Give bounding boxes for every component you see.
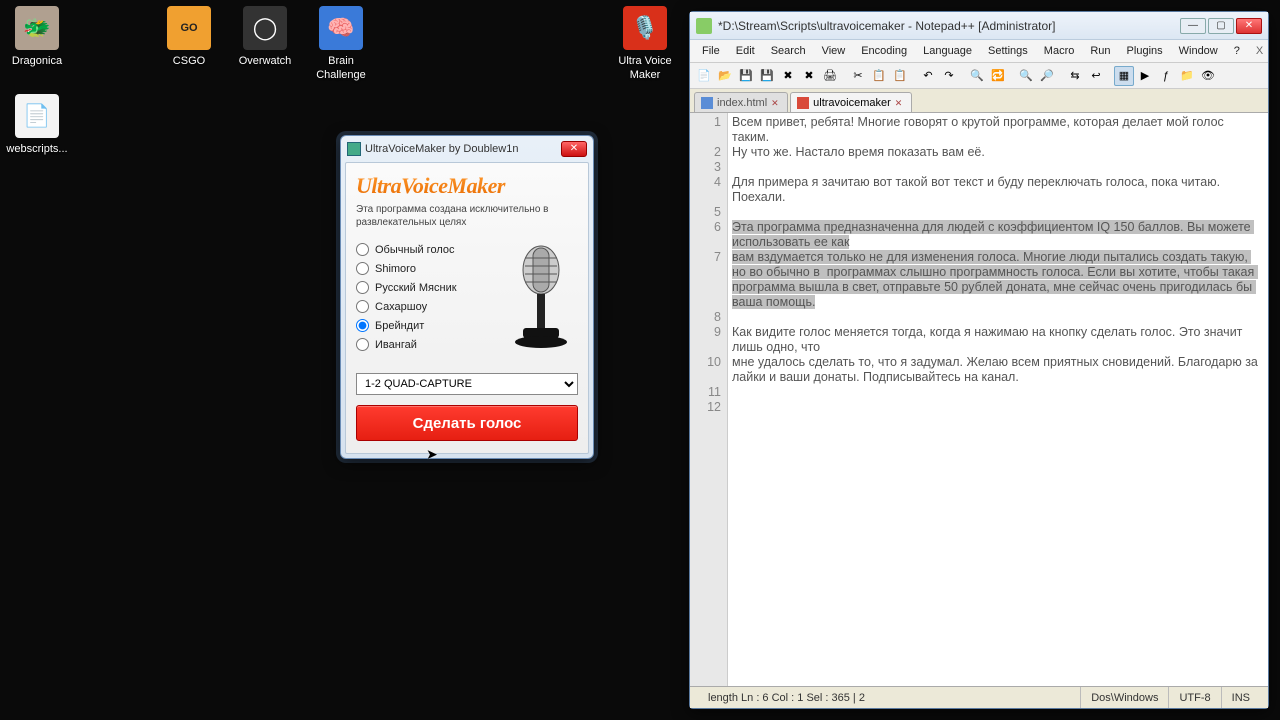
voice-opt-5[interactable]: Ивангай	[356, 338, 504, 351]
tab-close-icon[interactable]: ✕	[895, 98, 905, 108]
tab-uvm[interactable]: ultravoicemaker ✕	[790, 92, 912, 112]
tb-print-icon[interactable]: 🖨	[820, 66, 840, 86]
brand-desc: Эта программа создана исключительно в ра…	[356, 203, 578, 229]
voice-opt-4[interactable]: Брейндит	[356, 319, 504, 332]
menu-edit[interactable]: Edit	[728, 42, 763, 60]
brand-title: UltraVoiceMaker	[356, 173, 578, 199]
tb-monitor-icon[interactable]: 👁	[1198, 66, 1218, 86]
voice-opt-3[interactable]: Сахаршоу	[356, 300, 504, 313]
tb-saveall-icon[interactable]: 💾	[757, 66, 777, 86]
menu-window[interactable]: Window	[1171, 42, 1226, 60]
tb-find-icon[interactable]: 🔍	[967, 66, 987, 86]
npp-titlebar[interactable]: *D:\Stream\Scripts\ultravoicemaker - Not…	[690, 12, 1268, 40]
tb-new-icon[interactable]: 📄	[694, 66, 714, 86]
tab-close-icon[interactable]: ✕	[771, 98, 781, 108]
desktop-icon-webscripts[interactable]: 📄webscripts...	[0, 94, 74, 156]
microphone-icon	[504, 237, 578, 367]
make-voice-button[interactable]: Сделать голос	[356, 405, 578, 441]
toolbar: 📄 📂 💾 💾 ✖ ✖ 🖨 ✂ 📋 📋 ↶ ↷ 🔍 🔁 🔍 🔎 ⇆ ↩ ▦ ▶ …	[690, 63, 1268, 89]
menu-run[interactable]: Run	[1082, 42, 1118, 60]
device-select[interactable]: 1-2 QUAD-CAPTURE	[356, 373, 578, 395]
desktop-icon-uvm[interactable]: 🎙️Ultra Voice Maker	[608, 6, 682, 82]
voice-opt-1[interactable]: Shimoro	[356, 262, 504, 275]
status-enc: UTF-8	[1168, 687, 1220, 708]
voice-window: UltraVoiceMaker by Doublew1n ✕ UltraVoic…	[340, 135, 594, 459]
desktop-icon-dragonica[interactable]: 🐲Dragonica	[0, 6, 74, 68]
voice-opt-0[interactable]: Обычный голос	[356, 243, 504, 256]
minimize-button[interactable]: —	[1180, 18, 1206, 34]
voice-title-text: UltraVoiceMaker by Doublew1n	[365, 143, 518, 155]
menu-help[interactable]: ?	[1226, 42, 1248, 60]
maximize-button[interactable]: ▢	[1208, 18, 1234, 34]
close-button[interactable]: ✕	[561, 141, 587, 157]
tb-record-icon[interactable]: ▦	[1114, 66, 1134, 86]
tb-zoom-out-icon[interactable]: 🔎	[1037, 66, 1057, 86]
desktop-icon-overwatch[interactable]: ◯Overwatch	[228, 6, 302, 68]
tb-redo-icon[interactable]: ↷	[939, 66, 959, 86]
tb-zoom-in-icon[interactable]: 🔍	[1016, 66, 1036, 86]
doc-icon	[797, 97, 809, 109]
tb-close-icon[interactable]: ✖	[778, 66, 798, 86]
menu-search[interactable]: Search	[763, 42, 814, 60]
desktop-icon-csgo[interactable]: GOCSGO	[152, 6, 226, 68]
tb-closeall-icon[interactable]: ✖	[799, 66, 819, 86]
menu-settings[interactable]: Settings	[980, 42, 1036, 60]
status-ins: INS	[1221, 687, 1260, 708]
tabs: index.html ✕ ultravoicemaker ✕	[690, 89, 1268, 113]
menu-language[interactable]: Language	[915, 42, 980, 60]
voice-options: Обычный голос Shimoro Русский Мясник Сах…	[356, 237, 504, 367]
tb-replace-icon[interactable]: 🔁	[988, 66, 1008, 86]
voice-opt-2[interactable]: Русский Мясник	[356, 281, 504, 294]
menu-encoding[interactable]: Encoding	[853, 42, 915, 60]
code-area[interactable]: Всем привет, ребята! Многие говорят о кр…	[728, 113, 1268, 686]
menu-file[interactable]: File	[694, 42, 728, 60]
tb-save-icon[interactable]: 💾	[736, 66, 756, 86]
menu-view[interactable]: View	[814, 42, 854, 60]
tb-paste-icon[interactable]: 📋	[890, 66, 910, 86]
tb-sync-icon[interactable]: ⇆	[1065, 66, 1085, 86]
desktop-icon-brain[interactable]: 🧠Brain Challenge	[304, 6, 378, 82]
npp-icon	[696, 18, 712, 34]
tb-func-icon[interactable]: ƒ	[1156, 66, 1176, 86]
close-button[interactable]: ✕	[1236, 18, 1262, 34]
menu-bar: File Edit Search View Encoding Language …	[690, 40, 1268, 63]
notepadpp-window: *D:\Stream\Scripts\ultravoicemaker - Not…	[689, 11, 1269, 709]
npp-title-text: *D:\Stream\Scripts\ultravoicemaker - Not…	[718, 19, 1055, 33]
status-bar: length Ln : 6 Col : 1 Sel : 365 | 2 Dos\…	[690, 686, 1268, 708]
editor[interactable]: 123456789101112 Всем привет, ребята! Мно…	[690, 113, 1268, 686]
tab-index[interactable]: index.html ✕	[694, 92, 788, 112]
app-icon	[347, 142, 361, 156]
menu-close-x[interactable]: X	[1248, 43, 1271, 59]
menu-macro[interactable]: Macro	[1036, 42, 1083, 60]
doc-icon	[701, 97, 713, 109]
tb-cut-icon[interactable]: ✂	[848, 66, 868, 86]
tb-undo-icon[interactable]: ↶	[918, 66, 938, 86]
voice-titlebar[interactable]: UltraVoiceMaker by Doublew1n ✕	[341, 136, 593, 162]
line-gutter: 123456789101112	[690, 113, 728, 686]
tb-play-icon[interactable]: ▶	[1135, 66, 1155, 86]
tb-copy-icon[interactable]: 📋	[869, 66, 889, 86]
status-eol: Dos\Windows	[1080, 687, 1168, 708]
status-length: length Ln : 6 Col : 1 Sel : 365 | 2	[698, 687, 1080, 708]
tb-folder-icon[interactable]: 📁	[1177, 66, 1197, 86]
tb-wrap-icon[interactable]: ↩	[1086, 66, 1106, 86]
menu-plugins[interactable]: Plugins	[1119, 42, 1171, 60]
tb-open-icon[interactable]: 📂	[715, 66, 735, 86]
